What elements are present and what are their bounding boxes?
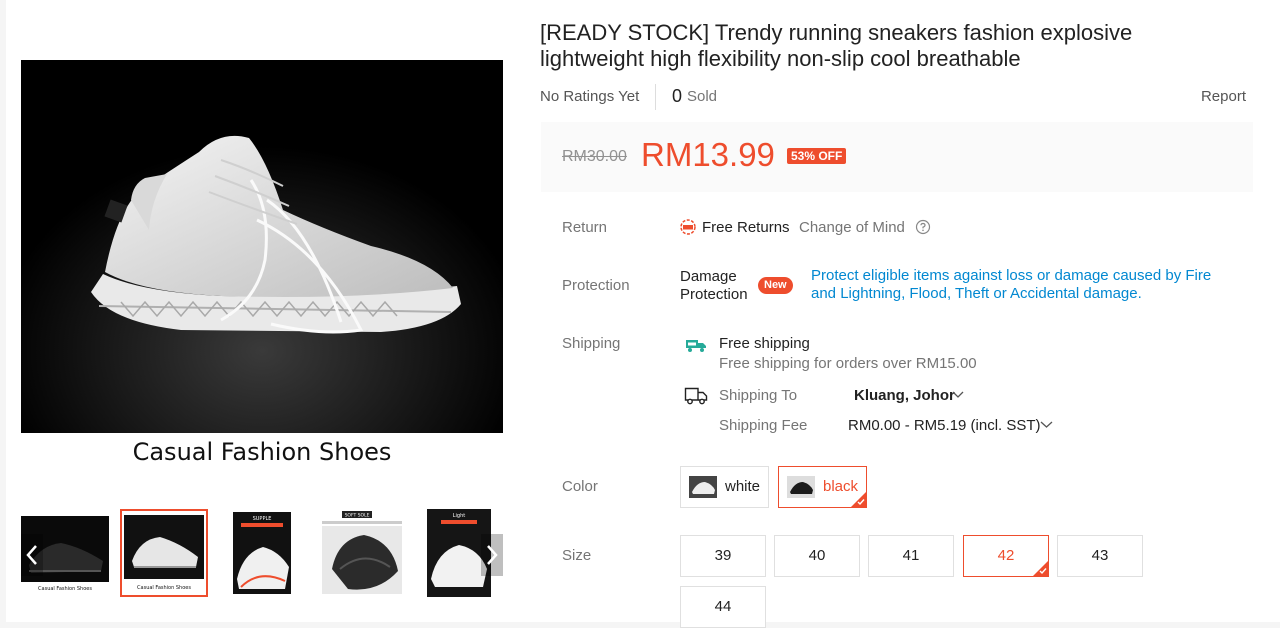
- size-option-label: 42: [997, 547, 1015, 564]
- thumbnail-strip: Casual Fashion Shoes Casual Fashion Shoe…: [21, 509, 505, 598]
- main-product-image[interactable]: [21, 60, 503, 433]
- thumb-soft-sole[interactable]: SOFT SOLE: [318, 509, 406, 597]
- color-option-black[interactable]: black: [778, 466, 867, 508]
- check-icon: [857, 499, 865, 506]
- delivery-truck-icon: [684, 387, 708, 405]
- chevron-right-icon: [487, 545, 498, 565]
- sold-label: Sold: [687, 88, 718, 105]
- shipping-to-value: Kluang, Johor: [854, 387, 955, 404]
- color-option-label: white: [725, 478, 761, 495]
- free-returns-text: Free Returns: [702, 219, 790, 236]
- new-badge: New: [758, 277, 793, 294]
- original-price: RM30.00: [562, 148, 627, 165]
- free-shipping-title: Free shipping: [719, 335, 810, 352]
- thumb-next-button[interactable]: [481, 534, 503, 576]
- shipping-fee-label: Shipping Fee: [719, 417, 808, 434]
- return-label: Return: [562, 219, 608, 236]
- size-option-39[interactable]: 39: [680, 535, 766, 577]
- current-price: RM13.99: [641, 136, 775, 173]
- protection-description-link[interactable]: Protect eligible items against loss or d…: [811, 267, 1231, 303]
- thumb-white-sneaker[interactable]: Casual Fashion Shoes: [120, 509, 208, 597]
- rating-divider: [655, 84, 656, 110]
- thumb-supple[interactable]: SUPPLE: [219, 509, 307, 597]
- free-shipping-truck-icon: [686, 340, 706, 352]
- thumb-caption: Light: [453, 513, 466, 519]
- discount-badge: 53% OFF: [787, 148, 847, 164]
- sold-count: 0: [672, 86, 683, 106]
- question-circle-icon[interactable]: [915, 219, 931, 235]
- size-option-40[interactable]: 40: [774, 535, 860, 577]
- shipping-to-label: Shipping To: [719, 387, 798, 404]
- color-option-white[interactable]: white: [680, 466, 769, 508]
- damage-protection-line2: Protection: [680, 286, 748, 303]
- ratings-text[interactable]: No Ratings Yet: [540, 88, 639, 105]
- color-label: Color: [562, 478, 598, 495]
- free-shipping-subtitle: Free shipping for orders over RM15.00: [719, 355, 977, 372]
- main-image-caption: Casual Fashion Shoes: [132, 438, 392, 466]
- protection-label: Protection: [562, 277, 630, 294]
- size-option-42[interactable]: 42: [963, 535, 1049, 577]
- free-returns-icon: [680, 219, 696, 235]
- black-shoe-swatch: [787, 476, 815, 498]
- damage-protection-line1: Damage: [680, 268, 737, 285]
- change-of-mind-text: Change of Mind: [799, 219, 905, 236]
- thumb-caption: SUPPLE: [253, 516, 272, 522]
- product-title: [READY STOCK] Trendy running sneakers fa…: [540, 20, 1133, 71]
- chevron-down-icon: [952, 391, 964, 398]
- thumb-caption: SOFT SOLE: [345, 513, 370, 519]
- thumb-caption: Casual Fashion Shoes: [137, 585, 191, 591]
- shipping-fee-dropdown[interactable]: RM0.00 - RM5.19 (incl. SST): [848, 415, 1053, 437]
- chevron-down-icon: [1040, 421, 1053, 428]
- thumb-prev-button[interactable]: [21, 534, 43, 576]
- shipping-label: Shipping: [562, 335, 621, 352]
- shipping-fee-value: RM0.00 - RM5.19 (incl. SST): [848, 417, 1041, 434]
- chevron-left-icon: [26, 545, 37, 565]
- size-option-41[interactable]: 41: [868, 535, 954, 577]
- price-box: RM30.00 RM13.99 53% OFF: [541, 122, 1253, 192]
- white-shoe-swatch: [689, 476, 717, 498]
- size-option-43[interactable]: 43: [1057, 535, 1143, 577]
- shipping-to-dropdown[interactable]: Kluang, Johor: [854, 385, 964, 407]
- rating-row: No Ratings Yet 0 Sold Report: [540, 84, 1246, 110]
- report-link[interactable]: Report: [1201, 88, 1246, 105]
- check-icon: [1039, 568, 1047, 575]
- size-label: Size: [562, 547, 592, 564]
- thumb-caption: Casual Fashion Shoes: [38, 586, 92, 592]
